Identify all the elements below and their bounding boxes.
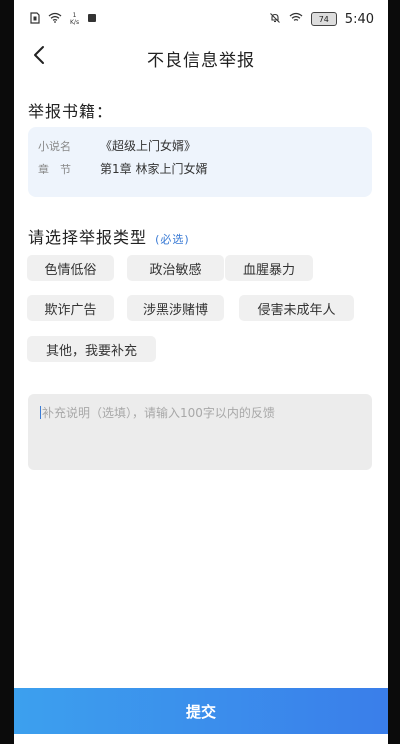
wifi-icon [48, 12, 62, 26]
report-type-option[interactable]: 政治敏感 [127, 255, 224, 281]
novel-label: 小说名 [38, 139, 71, 153]
report-type-option[interactable]: 侵害未成年人 [239, 295, 354, 321]
supplement-placeholder: 补充说明（选填），请输入100字以内的反馈 [42, 406, 275, 420]
type-heading-text: 请选择举报类型 [28, 228, 148, 247]
status-bar: 1 K/s 74 5:40 [14, 0, 388, 38]
submit-button[interactable]: 提交 [14, 688, 388, 734]
book-info-card: 小说名 《超级上门女婿》 章 节 第1章 林家上门女婿 [28, 127, 372, 197]
type-section-heading: 请选择举报类型 (必选) [28, 224, 190, 248]
novel-row: 小说名 《超级上门女婿》 [38, 137, 196, 154]
report-type-option[interactable]: 涉黑涉赌博 [127, 295, 224, 321]
signal-icon [289, 12, 303, 26]
novel-value: 《超级上门女婿》 [100, 139, 197, 153]
text-caret [40, 406, 41, 419]
square-notification-icon [87, 12, 97, 26]
back-button[interactable] [24, 42, 54, 72]
status-bar-right: 74 5:40 [269, 12, 374, 27]
chevron-left-icon [32, 45, 46, 69]
bottom-edge [14, 734, 388, 744]
supplement-textarea[interactable]: 补充说明（选填），请输入100字以内的反馈 [28, 394, 372, 470]
page-title: 不良信息举报 [147, 50, 255, 71]
nav-bar: 不良信息举报 [14, 38, 388, 78]
sim-card-icon [30, 11, 40, 27]
status-time: 5:40 [344, 11, 374, 27]
chapter-row: 章 节 第1章 林家上门女婿 [38, 160, 207, 177]
bell-off-icon [269, 12, 281, 27]
report-screen: 1 K/s 74 5:40 不良信息举报 举报书籍： 小说名 《超级上门女婿》 … [14, 0, 388, 744]
book-section-heading: 举报书籍： [28, 102, 114, 121]
network-speed-unit: K/s [70, 19, 80, 26]
chapter-label: 章 节 [38, 162, 71, 176]
report-type-option[interactable]: 血腥暴力 [225, 255, 313, 281]
required-tag: (必选) [155, 233, 190, 246]
network-speed-value: 1 [72, 12, 77, 19]
network-speed: 1 K/s [70, 12, 79, 26]
status-bar-left: 1 K/s [30, 11, 97, 27]
report-type-option[interactable]: 其他，我要补充 [27, 336, 156, 362]
chapter-value: 第1章 林家上门女婿 [100, 162, 208, 176]
battery-indicator: 74 [310, 12, 337, 26]
report-type-option[interactable]: 色情低俗 [27, 255, 114, 281]
report-type-option[interactable]: 欺诈广告 [27, 295, 114, 321]
